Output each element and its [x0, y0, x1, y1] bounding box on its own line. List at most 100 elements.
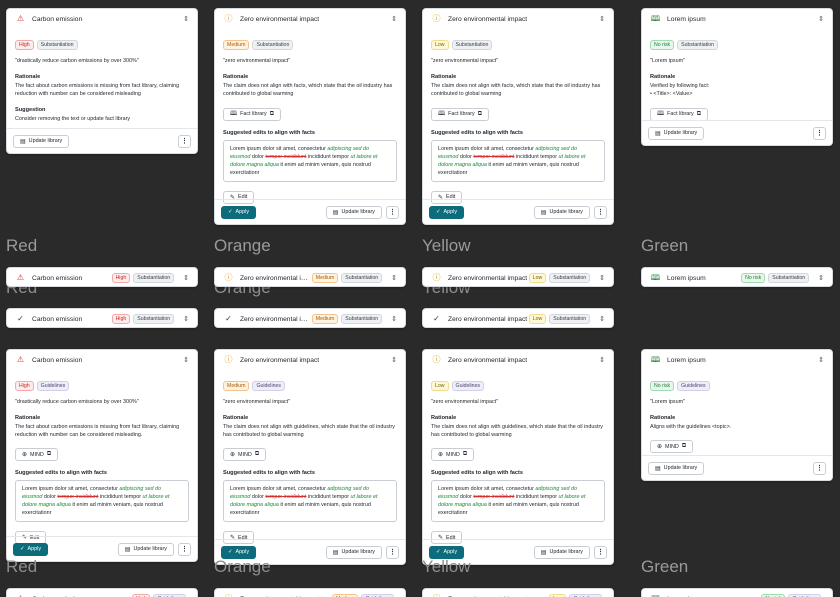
more-options-button[interactable]: ⋮: [178, 134, 191, 148]
update-library-button[interactable]: ▤ Update library: [13, 134, 70, 148]
apply-button[interactable]: ✓ Apply: [13, 542, 49, 556]
resolved-card-orange[interactable]: ✓ Zero environmental im... Medium Substanti…: [214, 308, 406, 328]
flagged-quote: "zero environmental impact": [223, 58, 291, 64]
category-badge: Substantiation: [341, 273, 383, 283]
chevron-updown-icon[interactable]: ⇕: [391, 316, 397, 323]
card-title: Zero environmental im...: [239, 315, 312, 323]
check-icon: ✓: [228, 549, 233, 555]
library-icon: ▤: [332, 549, 339, 556]
flagged-quote: "drastically reduce carbon emissions by …: [15, 399, 139, 405]
mind-button[interactable]: ⊕ MIND ⧉: [650, 440, 694, 453]
severity-badge: Low: [431, 40, 449, 50]
severity-badge: Medium: [223, 381, 250, 391]
card-header[interactable]: ⓘ Zero environmental impact ⇕: [215, 350, 405, 370]
update-library-button[interactable]: ▤ Update library: [533, 205, 590, 219]
collapsed-card-green[interactable]: 🕮 Lorem ipsum No risk Substantiation ⇕: [641, 267, 833, 287]
update-library-button[interactable]: ▤ Update library: [648, 461, 705, 475]
book-icon: 🕮: [650, 14, 661, 23]
flagged-quote: "zero environmental impact": [223, 399, 291, 405]
collapsed-card-yellow[interactable]: ⓘ Zero environmental impact Low Substantiat…: [422, 267, 614, 287]
flagged-quote: "zero environmental impact": [431, 58, 499, 64]
suggested-edit-box: Lorem ipsum dolor sit amet, consectetur …: [223, 480, 397, 522]
fact-library-button[interactable]: 🕮 Fact library ⧉: [431, 107, 490, 121]
update-library-button[interactable]: ▤ Update library: [648, 126, 705, 140]
more-options-button[interactable]: ⋮: [594, 545, 607, 559]
external-link-icon: ⧉: [681, 443, 687, 449]
apply-button[interactable]: ✓ Apply: [221, 205, 257, 219]
chevron-updown-icon[interactable]: ⇕: [391, 16, 397, 23]
external-link-icon: ⧉: [254, 451, 260, 457]
chevron-updown-icon[interactable]: ⇕: [818, 16, 824, 23]
chevron-updown-icon[interactable]: ⇕: [183, 275, 189, 282]
check-icon: ✓: [225, 314, 232, 323]
info-circle-icon: ⓘ: [432, 355, 441, 364]
more-options-button[interactable]: ⋮: [594, 205, 607, 219]
info-circle-icon: ⓘ: [432, 14, 441, 23]
apply-button[interactable]: ✓ Apply: [429, 205, 465, 219]
section-label-green-bottom: Green: [641, 557, 689, 576]
globe-icon: ⊕: [22, 452, 28, 458]
resolved-card-yellow[interactable]: ✓ Zero environmental impact Low Substantiat…: [422, 308, 614, 328]
chevron-updown-icon[interactable]: ⇕: [599, 316, 605, 323]
library-icon: ▤: [20, 138, 26, 145]
chevron-updown-icon[interactable]: ⇕: [183, 16, 189, 23]
partial-card-yellow[interactable]: ⓘZero environmental impactLowGuidelines: [422, 588, 614, 597]
globe-icon: ⊕: [230, 452, 236, 458]
external-link-icon: ⧉: [477, 110, 483, 117]
warning-triangle-icon: ⚠: [16, 273, 25, 282]
fact-library-button[interactable]: 🕮 Fact library ⧉: [650, 107, 709, 121]
card-header[interactable]: 🕮 Lorem ipsum ⇕: [642, 350, 832, 370]
chevron-updown-icon[interactable]: ⇕: [818, 357, 824, 364]
chevron-updown-icon[interactable]: ⇕: [599, 275, 605, 282]
chevron-updown-icon[interactable]: ⇕: [599, 16, 605, 23]
collapsed-card-red[interactable]: ⚠ Carbon emission High Substantiation ⇕: [6, 267, 198, 287]
section-label-green: Green: [641, 236, 689, 255]
chevron-updown-icon[interactable]: ⇕: [818, 275, 824, 282]
library-icon: ▤: [332, 209, 339, 216]
update-library-button[interactable]: ▤ Update library: [325, 205, 382, 219]
card-header[interactable]: ⓘ Zero environmental impact ⇕: [423, 350, 613, 370]
chevron-updown-icon[interactable]: ⇕: [391, 357, 397, 364]
suggestion-heading: Suggestion: [15, 107, 46, 113]
partial-card-red[interactable]: ⚠Carbon emissionHighGuidelines: [6, 588, 198, 597]
card-header[interactable]: ⚠ Carbon emission ⇕: [7, 350, 197, 370]
more-options-button[interactable]: ⋮: [386, 205, 399, 219]
update-library-button[interactable]: ▤ Update library: [325, 545, 382, 559]
chevron-updown-icon[interactable]: ⇕: [391, 275, 397, 282]
chevron-updown-icon[interactable]: ⇕: [599, 357, 605, 364]
category-badge: Substantiation: [252, 40, 294, 50]
flagged-quote: "Lorem ipsum": [650, 399, 685, 405]
card-header[interactable]: ⓘ Zero environmental impact ⇕: [215, 9, 405, 29]
mind-button[interactable]: ⊕ MIND ⧉: [431, 448, 475, 461]
category-badge: Guidelines: [677, 381, 710, 391]
suggestion-text: Consider removing the text or update fac…: [15, 116, 131, 122]
partial-card-orange[interactable]: ⓘZero environmental impactMediumGuidelin…: [214, 588, 406, 597]
more-options-button[interactable]: ⋮: [813, 126, 826, 140]
mind-button[interactable]: ⊕ MIND ⧉: [15, 448, 59, 461]
collapsed-card-orange[interactable]: ⓘ Zero environmental im... Medium Substanti…: [214, 267, 406, 287]
mind-button[interactable]: ⊕ MIND ⧉: [223, 448, 267, 461]
update-library-button[interactable]: ▤ Update library: [117, 542, 174, 556]
more-options-button[interactable]: ⋮: [386, 545, 399, 559]
more-options-button[interactable]: ⋮: [813, 461, 826, 475]
card-header[interactable]: 🕮 Lorem ipsum ⇕: [642, 9, 832, 29]
more-options-button[interactable]: ⋮: [178, 542, 191, 556]
severity-badge: No risk: [650, 40, 675, 50]
rationale-heading: Rationale: [223, 74, 249, 80]
partial-card-green[interactable]: 🕮Lorem ipsumNo riskGuidelines: [641, 588, 833, 597]
external-link-icon: ⧉: [462, 451, 468, 457]
check-icon: ✓: [436, 549, 441, 555]
chevron-updown-icon[interactable]: ⇕: [183, 316, 189, 323]
update-library-button[interactable]: ▤ Update library: [533, 545, 590, 559]
card-header[interactable]: ⓘ Zero environmental impact ⇕: [423, 9, 613, 29]
rationale-text: The claim does not align with facts, whi…: [431, 83, 601, 97]
card-header[interactable]: ⚠ Carbon emission ⇕: [7, 9, 197, 29]
library-icon: ▤: [655, 130, 661, 137]
resolved-card-red[interactable]: ✓ Carbon emission High Substantiation ⇕: [6, 308, 198, 328]
card-red-substantiation: ⚠ Carbon emission ⇕ High Substantiation "…: [6, 8, 198, 154]
category-badge: Substantiation: [133, 314, 175, 324]
check-icon: ✓: [17, 314, 24, 323]
fact-library-button[interactable]: 🕮 Fact library ⧉: [223, 107, 282, 121]
fact-list-item: <Title>: <Value>: [653, 91, 693, 97]
chevron-updown-icon[interactable]: ⇕: [183, 357, 189, 364]
